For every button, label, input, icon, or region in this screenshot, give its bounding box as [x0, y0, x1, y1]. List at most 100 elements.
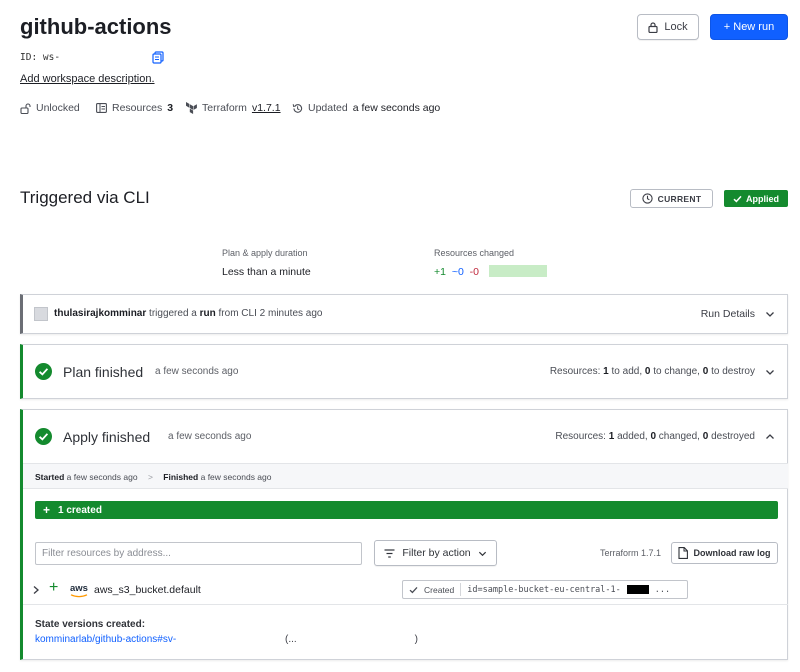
- current-badge-label: CURRENT: [657, 193, 702, 204]
- duration-value: Less than a minute: [222, 266, 311, 278]
- terraform-version-link[interactable]: v1.7.1: [252, 102, 281, 114]
- lock-icon: [648, 21, 658, 33]
- file-icon: [678, 547, 689, 559]
- applied-badge-label: Applied: [746, 193, 779, 204]
- aws-smile-icon: [70, 594, 88, 598]
- chevron-up-icon[interactable]: [765, 432, 775, 442]
- apply-destroyed: 0: [702, 431, 709, 442]
- plan-to-destroy-label: to destroy: [711, 366, 755, 377]
- pill-separator: [460, 583, 462, 596]
- chevron-right-icon[interactable]: [32, 585, 40, 595]
- divider: [23, 604, 788, 605]
- resource-id: id=sample-bucket-eu-central-1-: [467, 584, 621, 595]
- aws-logo: aws: [70, 583, 88, 598]
- trigger-text-1: triggered a: [149, 308, 197, 319]
- started-label: Started: [35, 472, 65, 482]
- copy-icon[interactable]: [152, 51, 164, 64]
- finished-label: Finished: [163, 472, 199, 482]
- apply-timing-strip: Started a few seconds ago > Finished a f…: [23, 463, 788, 489]
- changes-change: ~0: [451, 266, 464, 278]
- trigger-text-2: from CLI 2 minutes ago: [218, 308, 323, 319]
- plan-summary: Resources: 1 to add, 0 to change, 0 to d…: [550, 366, 755, 377]
- apply-summary: Resources: 1 added, 0 changed, 0 destroy…: [555, 431, 755, 442]
- resources-changed-label: Resources changed: [434, 248, 515, 258]
- trigger-user: thulasirajkomminar: [54, 308, 147, 319]
- run-title: Triggered via CLI: [20, 188, 150, 207]
- filter-icon: [384, 548, 395, 558]
- lock-status: Unlocked: [20, 102, 80, 114]
- lock-status-label: Unlocked: [36, 102, 80, 114]
- trigger-text: thulasirajkomminar triggered a run from …: [54, 308, 322, 319]
- resources-changed-value: +1 ~0 -0: [434, 266, 479, 278]
- state-paren-open: (...: [285, 634, 297, 645]
- plan-to-change: 0: [644, 366, 651, 377]
- terraform-meta: Terraform v1.7.1: [186, 102, 281, 114]
- plan-to-add: 1: [603, 366, 609, 377]
- lock-button[interactable]: Lock: [637, 14, 699, 40]
- aws-logo-text: aws: [70, 583, 88, 594]
- plan-card[interactable]: Plan finished a few seconds ago Resource…: [20, 344, 788, 399]
- state-version-link[interactable]: komminarlab/github-actions#sv-: [35, 634, 176, 645]
- filter-by-action-button[interactable]: Filter by action: [374, 540, 497, 566]
- plan-to-destroy: 0: [702, 366, 709, 377]
- workspace-id-label: ID:: [20, 52, 38, 63]
- redacted-block: [626, 585, 649, 594]
- filter-by-action-label: Filter by action: [402, 547, 471, 559]
- check-icon: [733, 195, 742, 202]
- chevron-down-icon: [478, 551, 486, 556]
- updated-meta-value: a few seconds ago: [352, 102, 441, 114]
- terraform-icon: [186, 102, 197, 114]
- history-icon: [292, 103, 303, 113]
- apply-changed-label: changed,: [658, 431, 700, 442]
- check-circle-icon: [35, 428, 52, 445]
- plan-to-change-label: to change,: [653, 366, 700, 377]
- created-filter-bar[interactable]: + 1 created: [35, 501, 778, 519]
- run-details-label[interactable]: Run Details: [701, 308, 755, 320]
- download-raw-log-button[interactable]: Download raw log: [671, 542, 778, 564]
- apply-added-label: added,: [617, 431, 648, 442]
- state-version-detail: (...): [285, 634, 418, 645]
- chevron-down-icon[interactable]: [765, 309, 775, 319]
- apply-summary-prefix: Resources:: [555, 431, 606, 442]
- resource-id-ellipsis: ...: [654, 584, 671, 595]
- clock-icon: [642, 193, 653, 204]
- unlock-icon: [20, 102, 31, 114]
- chevron-down-icon[interactable]: [765, 367, 775, 377]
- trigger-card[interactable]: thulasirajkomminar triggered a run from …: [20, 294, 788, 334]
- workspace-id-value: ws-: [42, 52, 61, 63]
- resources-meta-label: Resources: [112, 102, 163, 114]
- plan-time: a few seconds ago: [155, 366, 239, 377]
- resource-status-pill: Created id=sample-bucket-eu-central-1- .…: [402, 580, 688, 599]
- plus-icon: +: [43, 503, 51, 517]
- new-run-button[interactable]: + New run: [710, 14, 788, 40]
- duration-label: Plan & apply duration: [222, 248, 308, 258]
- resource-add-icon: +: [49, 579, 59, 596]
- plan-to-add-label: to add,: [611, 366, 643, 377]
- terraform-meta-label: Terraform: [202, 102, 247, 114]
- changes-destroy: -0: [469, 266, 479, 278]
- download-raw-log-label: Download raw log: [693, 548, 771, 558]
- state-versions-label: State versions created:: [35, 619, 146, 630]
- plan-summary-prefix: Resources:: [549, 366, 601, 377]
- apply-timing: Started a few seconds ago > Finished a f…: [35, 472, 272, 482]
- workspace-id: ID: ws-: [20, 52, 148, 63]
- resource-status: Created: [424, 584, 455, 595]
- check-icon: [409, 586, 418, 593]
- apply-terraform-version: Terraform 1.7.1: [600, 548, 662, 558]
- finished-value: a few seconds ago: [200, 472, 272, 482]
- apply-card: Apply finished a few seconds ago Resourc…: [20, 409, 788, 660]
- filter-resources-input[interactable]: [35, 542, 362, 565]
- resources-meta-count: 3: [167, 102, 174, 114]
- apply-title: Apply finished: [63, 429, 151, 445]
- applied-badge: Applied: [724, 190, 788, 207]
- apply-destroyed-label: destroyed: [711, 431, 755, 442]
- created-count: 1 created: [58, 504, 102, 516]
- resource-address[interactable]: aws_s3_bucket.default: [94, 584, 201, 596]
- updated-meta-label: Updated: [308, 102, 348, 114]
- workspace-title: github-actions: [20, 14, 172, 39]
- add-description-link[interactable]: Add workspace description.: [20, 73, 155, 85]
- apply-added: 1: [608, 431, 615, 442]
- changes-add: +1: [434, 266, 446, 278]
- resources-meta[interactable]: Resources 3: [96, 102, 173, 114]
- updated-meta: Updated a few seconds ago: [292, 102, 440, 114]
